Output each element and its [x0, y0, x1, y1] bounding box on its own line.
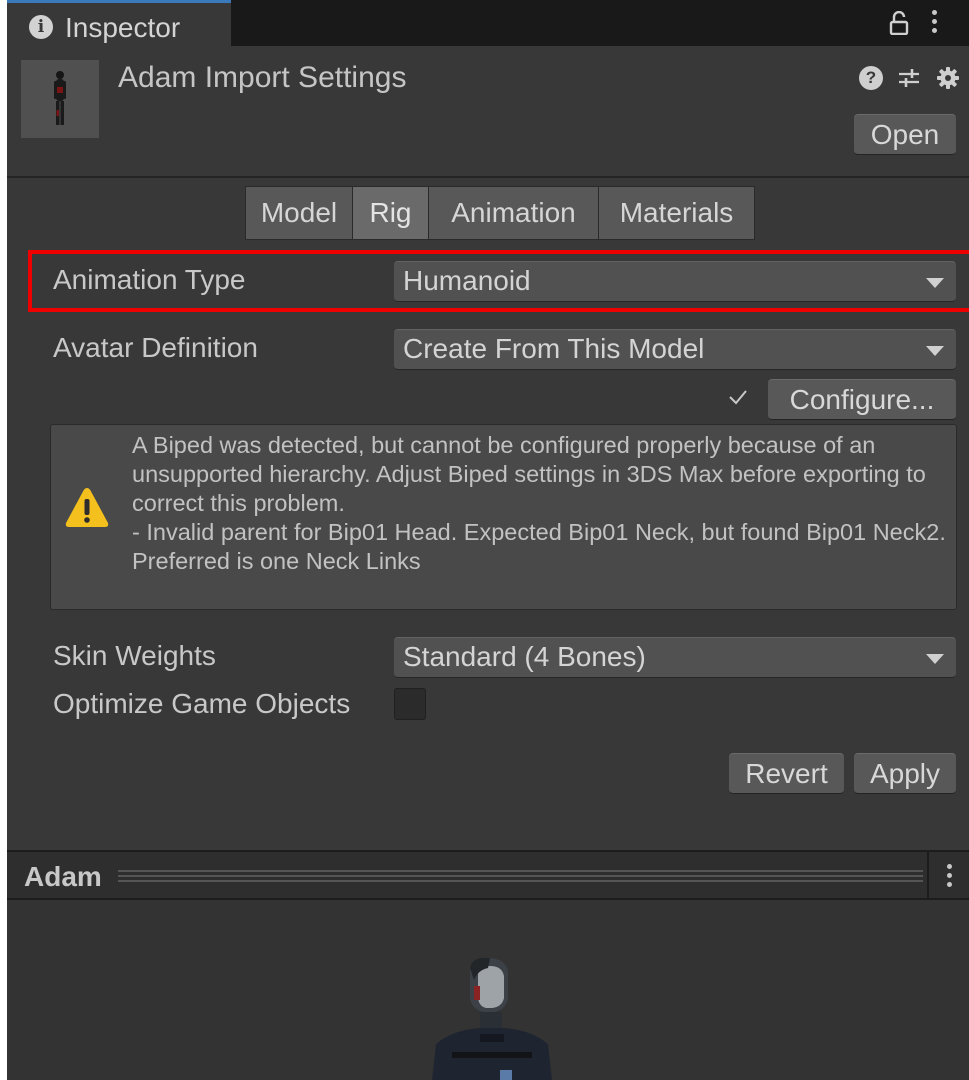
tab-model[interactable]: Model [245, 186, 353, 240]
preview-header: Adam [7, 850, 969, 900]
model-figure [432, 958, 552, 1080]
optimize-game-objects-checkbox[interactable] [394, 688, 426, 720]
tab-label: Inspector [65, 12, 181, 43]
more-menu-icon[interactable] [927, 10, 941, 36]
skin-weights-label: Skin Weights [53, 640, 216, 671]
warning-icon [65, 488, 109, 527]
model-preview[interactable] [7, 900, 969, 1080]
warning-helpbox: A Biped was detected, but cannot be conf… [50, 424, 957, 610]
chevron-down-icon [926, 346, 944, 356]
skin-weights-dropdown[interactable]: Standard (4 Bones) [394, 637, 956, 678]
check-icon [729, 390, 747, 405]
inspector-window: i Inspector Adam Import Settings ? Open … [7, 0, 969, 1080]
tab-bar: i Inspector [7, 0, 969, 46]
avatar-definition-value: Create From This Model [403, 333, 705, 364]
header-divider [7, 176, 969, 178]
optimize-game-objects-label: Optimize Game Objects [53, 688, 351, 719]
tab-animation[interactable]: Animation [428, 186, 599, 240]
warning-message: A Biped was detected, but cannot be conf… [132, 431, 954, 576]
preview-title: Adam [24, 861, 102, 892]
warning-text: A Biped was detected, but cannot be conf… [132, 432, 946, 574]
page-title: Adam Import Settings [118, 61, 407, 94]
apply-button[interactable]: Apply [854, 753, 956, 794]
highlight-box [28, 250, 969, 312]
tab-materials[interactable]: Materials [598, 186, 755, 240]
tab-inspector[interactable]: i Inspector [7, 0, 231, 46]
gear-icon[interactable] [936, 66, 960, 90]
preview-divider [927, 852, 929, 898]
avatar-definition-dropdown[interactable]: Create From This Model [394, 329, 956, 370]
lock-icon[interactable] [889, 11, 909, 35]
avatar-definition-label: Avatar Definition [53, 332, 258, 363]
asset-thumbnail [21, 60, 99, 138]
preview-menu-icon[interactable] [942, 864, 956, 890]
presets-icon[interactable] [897, 66, 921, 90]
open-button[interactable]: Open [854, 114, 956, 155]
skin-weights-value: Standard (4 Bones) [403, 641, 646, 672]
configure-button[interactable]: Configure... [768, 379, 956, 420]
resize-grip[interactable] [118, 870, 923, 882]
tab-rig[interactable]: Rig [352, 186, 429, 240]
info-icon: i [29, 15, 53, 39]
help-icon[interactable]: ? [859, 66, 883, 90]
chevron-down-icon [926, 654, 944, 664]
revert-button[interactable]: Revert [729, 753, 844, 794]
importer-tabs: Model Rig Animation Materials [245, 186, 755, 240]
